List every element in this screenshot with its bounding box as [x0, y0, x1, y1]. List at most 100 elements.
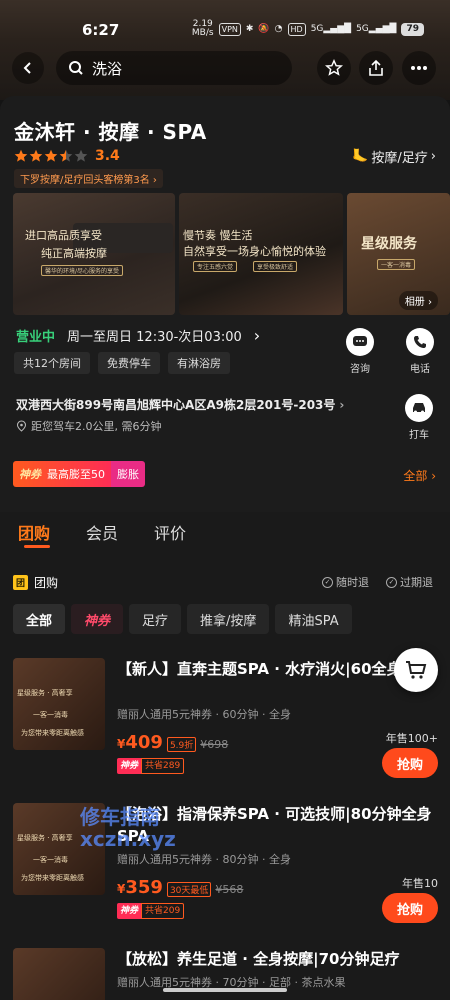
facility-tag: 共12个房间	[14, 352, 90, 374]
savings-tag: 神券 共省289	[117, 758, 185, 774]
original-price: ¥698	[200, 738, 229, 751]
filter-chips: 全部 神券 足疗 推拿/按摩 精油SPA	[13, 604, 352, 634]
tab-member[interactable]: 会员	[86, 520, 118, 544]
taxi-button[interactable]: 打车	[404, 394, 434, 441]
photo-2-line2: 自然享受一场身心愉悦的体验	[183, 245, 326, 258]
store-name: 金沐轩 · 按摩 · SPA	[14, 120, 207, 144]
chevron-right-icon: ›	[430, 149, 436, 164]
star-full-icon	[29, 149, 43, 162]
store-photo-2[interactable]: 慢节奏 慢生活 自然享受一场身心愉悦的体验 专注五感六觉 享受极致舒适	[179, 193, 343, 315]
car-icon	[405, 394, 433, 422]
more-button[interactable]	[402, 51, 436, 85]
category-link[interactable]: 🦶 按摩/足疗 ›	[352, 147, 436, 166]
savings-amount: 共省209	[141, 903, 185, 919]
network-speed: 2.19 MB/s	[192, 20, 214, 38]
tab-groupbuy[interactable]: 团购	[18, 520, 50, 544]
refund-anytime: ✓ 随时退	[322, 574, 369, 590]
filter-massage[interactable]: 推拿/按摩	[187, 604, 270, 634]
deal-item[interactable]: 星级服务 · 高奢享 一客一消毒 为您带来零距离触感 【泡浴】指滑保养SPA ·…	[13, 803, 450, 929]
rank-badge[interactable]: 下罗按摩/足疗回头客榜第3名 ›	[14, 169, 163, 188]
discount-badge: 5.9折	[166, 737, 197, 752]
deal-subtitle: 赠丽人通用5元神券 · 80分钟 · 全身	[117, 853, 291, 866]
coupon-all-link[interactable]: 全部 ›	[403, 467, 436, 484]
photo-1-small: 馨华的环境/尽心服务的享受	[41, 265, 124, 276]
watermark: 修车指南 xczn.xyz	[80, 806, 176, 850]
address-line[interactable]: 双港西大街899号南昌旭辉中心A区A9栋2层201号-203号 ›	[16, 396, 344, 413]
home-indicator[interactable]	[163, 988, 287, 992]
groupbuy-header: 团 团购	[13, 574, 58, 591]
all-label: 全部	[403, 469, 428, 483]
consult-button[interactable]: 咨询	[340, 328, 380, 375]
share-icon	[369, 59, 383, 76]
refund-expired-label: 过期退	[400, 576, 433, 589]
star-outline-icon	[325, 59, 343, 76]
signal-2-label: 5G	[356, 24, 369, 34]
filter-shenquan[interactable]: 神券	[71, 604, 124, 634]
share-button[interactable]	[359, 51, 393, 85]
back-button[interactable]	[12, 52, 44, 84]
hours-row[interactable]: 营业中 周一至周日 12:30-次日03:00 ›	[16, 326, 260, 345]
business-hours: 周一至周日 12:30-次日03:00	[67, 330, 242, 345]
search-bar[interactable]: 洗浴	[56, 51, 292, 85]
search-query: 洗浴	[92, 59, 123, 78]
rating-value: 3.4	[95, 148, 120, 164]
check-icon: ✓	[386, 576, 397, 588]
mute-icon: 🔕	[258, 24, 270, 34]
tab-reviews[interactable]: 评价	[154, 520, 186, 544]
photo-2-small-2: 享受极致舒适	[253, 261, 298, 272]
groupbuy-icon: 团	[13, 575, 28, 590]
deal-price: ¥409	[117, 732, 163, 753]
photo-1-line2: 纯正高端按摩	[41, 247, 107, 260]
cart-button[interactable]	[394, 648, 438, 692]
photo-1-line1: 进口高品质享受	[25, 229, 102, 242]
store-photo-1[interactable]: 进口高品质享受 纯正高端按摩 馨华的环境/尽心服务的享受	[13, 193, 175, 315]
rank-badge-text: 下罗按摩/足疗回头客榜第3名	[20, 175, 150, 186]
more-dots-icon	[411, 66, 427, 70]
filter-foot[interactable]: 足疗	[129, 604, 182, 634]
deal-img-text: 一客一消毒	[33, 711, 68, 719]
album-button[interactable]: 相册 ›	[398, 291, 438, 310]
rating-stars: 3.4	[14, 148, 120, 164]
photo-2-line1: 慢节奏 慢生活	[183, 229, 253, 242]
facility-tag: 有淋浴房	[168, 352, 230, 374]
original-price: ¥568	[215, 883, 244, 896]
coupon-banner[interactable]: 神券 最高膨至50 膨胀	[13, 461, 145, 487]
status-bar: 6:27 2.19 MB/s VPN ✱ 🔕 ◔ HD 5G▂▄▆█ 5G▂▄▆█…	[0, 0, 450, 44]
distance-text: 距您驾车2.0公里, 需6分钟	[31, 420, 162, 433]
filter-all[interactable]: 全部	[13, 604, 66, 634]
facility-row: 共12个房间 免费停车 有淋浴房	[14, 352, 230, 374]
deal-img-text: 星级服务 · 高奢享	[17, 689, 73, 697]
cart-icon	[406, 661, 427, 679]
call-button[interactable]: 电话	[400, 328, 440, 375]
star-empty-icon	[74, 149, 88, 162]
deal-item[interactable]: 星级服务 · 高奢享 一客一消毒 为您带来零距离触感 【新人】直奔主题SPA ·…	[13, 658, 450, 784]
photo-carousel[interactable]: 进口高品质享受 纯正高端按摩 馨华的环境/尽心服务的享受 慢节奏 慢生活 自然享…	[13, 193, 450, 315]
deals-section: 团购 会员 评价 团 团购 ✓ 随时退 ✓ 过期退 全部 神券 足疗 推拿/按摩…	[0, 512, 450, 1000]
signal-icon-1: 5G▂▄▆█	[310, 24, 352, 34]
savings-amount: 共省289	[141, 758, 185, 774]
photo-2-small-1: 专注五感六觉	[193, 261, 238, 272]
open-status: 营业中	[16, 330, 56, 345]
buy-button[interactable]: 抢购	[382, 893, 438, 923]
buy-button[interactable]: 抢购	[382, 748, 438, 778]
deal-subtitle: 赠丽人通用5元神券 · 60分钟 · 全身	[117, 708, 291, 721]
wifi-icon: ◔	[274, 24, 283, 34]
price-row: ¥359 30天最低 ¥568	[117, 877, 243, 898]
filter-spa[interactable]: 精油SPA	[275, 604, 352, 634]
watermark-line1: 修车指南	[80, 805, 160, 829]
deal-item[interactable]: 【放松】养生足道 · 全身按摩|70分钟足疗 赠丽人通用5元神券 · 70分钟 …	[13, 948, 450, 1000]
status-time: 6:27	[82, 21, 120, 39]
top-nav: 洗浴	[0, 48, 450, 88]
signal-1-label: 5G	[310, 24, 324, 34]
speed-unit: MB/s	[191, 28, 214, 38]
distance-line: 距您驾车2.0公里, 需6分钟	[16, 418, 162, 434]
store-info-card: 金沐轩 · 按摩 · SPA 3.4 🦶 按摩/足疗 › 下罗按摩/足疗回头客榜…	[0, 96, 450, 512]
sold-count: 年售10	[402, 877, 438, 890]
coupon-text: 最高膨至50	[47, 468, 105, 481]
groupbuy-title: 团购	[34, 576, 59, 590]
favorite-button[interactable]	[317, 51, 351, 85]
refund-anytime-label: 随时退	[336, 576, 369, 589]
coupon-main: 神券 最高膨至50	[13, 461, 111, 487]
album-label: 相册	[404, 297, 425, 308]
deal-img-text: 星级服务 · 高奢享	[17, 834, 73, 842]
